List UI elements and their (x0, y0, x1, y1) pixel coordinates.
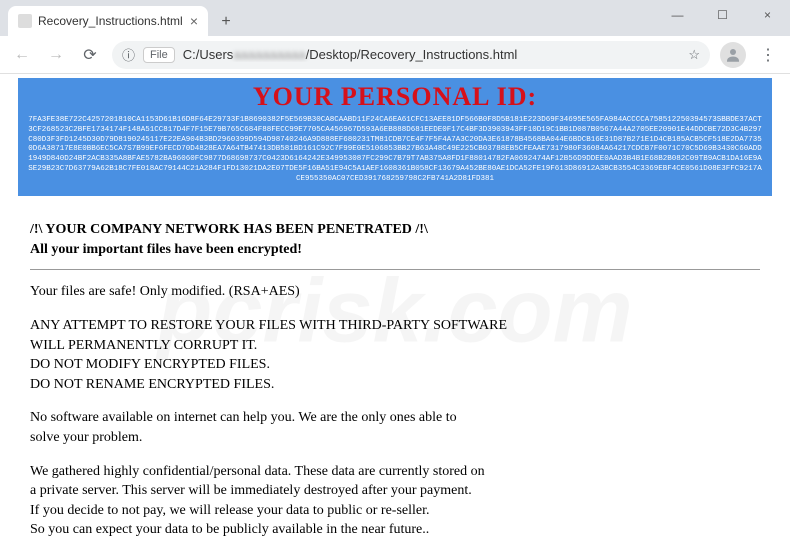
divider (30, 269, 760, 270)
info-icon[interactable]: ⓘ (122, 45, 135, 64)
window-controls: — ☐ × (655, 0, 790, 30)
minimize-button[interactable]: — (655, 0, 700, 30)
para-data: We gathered highly confidential/personal… (30, 462, 760, 540)
profile-avatar[interactable] (720, 42, 746, 68)
new-tab-button[interactable]: + (212, 8, 240, 36)
para-warning: ANY ATTEMPT TO RESTORE YOUR FILES WITH T… (30, 316, 760, 394)
tab-close-icon[interactable]: × (190, 13, 198, 29)
browser-tab[interactable]: Recovery_Instructions.html × (8, 6, 208, 36)
para-nohelp: No software available on internet can he… (30, 408, 760, 447)
back-button[interactable]: ← (6, 39, 38, 71)
menu-button[interactable]: ⋮ (752, 39, 784, 71)
id-banner: YOUR PERSONAL ID: 7FA3FE38E722C425720181… (18, 78, 772, 196)
reload-button[interactable]: ⟳ (74, 39, 106, 71)
para-safe: Your files are safe! Only modified. (RSA… (30, 282, 760, 302)
maximize-button[interactable]: ☐ (700, 0, 745, 30)
warn-header-2: All your important files have been encry… (30, 240, 760, 260)
banner-title: YOUR PERSONAL ID: (28, 82, 762, 112)
close-button[interactable]: × (745, 0, 790, 30)
personal-id-hex: 7FA3FE38E722C4257201810CA1153D61B16D8F64… (28, 116, 762, 184)
page-content: pcrisk.com YOUR PERSONAL ID: 7FA3FE38E72… (0, 74, 790, 550)
warn-header-1: /!\ YOUR COMPANY NETWORK HAS BEEN PENETR… (30, 220, 760, 240)
browser-toolbar: ← → ⟳ ⓘ File C:/Usersaaaaaaaaaa/Desktop/… (0, 36, 790, 74)
bookmark-star-icon[interactable]: ☆ (688, 47, 700, 63)
forward-button[interactable]: → (40, 39, 72, 71)
tab-title: Recovery_Instructions.html (38, 14, 184, 28)
file-chip: File (143, 47, 175, 63)
url-text: C:/Usersaaaaaaaaaa/Desktop/Recovery_Inst… (183, 47, 681, 62)
ransom-note-body: /!\ YOUR COMPANY NETWORK HAS BEEN PENETR… (0, 200, 790, 550)
address-bar[interactable]: ⓘ File C:/Usersaaaaaaaaaa/Desktop/Recove… (112, 41, 710, 69)
tab-favicon (18, 14, 32, 28)
